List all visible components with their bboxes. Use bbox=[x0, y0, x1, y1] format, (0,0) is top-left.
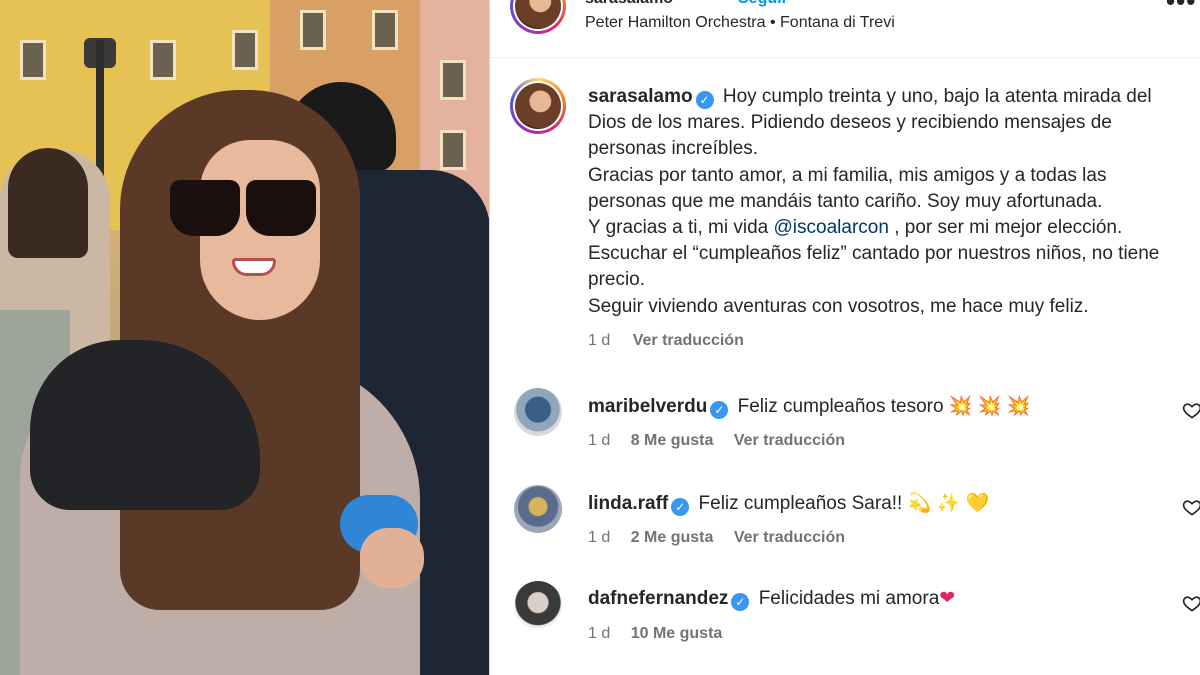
comment-body: Felicidades mi amora bbox=[758, 588, 940, 609]
comment-emoji: 💥 💥 💥 bbox=[948, 396, 1031, 417]
comment-text: linda.raff ✓ Feliz cumpleaños Sara!! 💫 ✨ … bbox=[588, 491, 989, 516]
hand bbox=[360, 528, 424, 588]
window bbox=[440, 130, 466, 170]
window bbox=[150, 40, 176, 80]
mention-link[interactable]: @iscoalarcon bbox=[774, 217, 889, 238]
comment-text: maribelverdu ✓ Feliz cumpleaños tesoro 💥 … bbox=[588, 394, 1030, 419]
author-avatar[interactable] bbox=[510, 0, 566, 34]
comment-time[interactable]: 1 d bbox=[588, 625, 610, 642]
caption-avatar[interactable] bbox=[510, 78, 566, 134]
caption-line-4: Escuchar el “cumpleaños feliz” cantado p… bbox=[588, 243, 1160, 291]
comment-meta: 1 d 10 Me gusta bbox=[588, 625, 738, 643]
comment-likes[interactable]: 8 Me gusta bbox=[631, 432, 714, 449]
comment-meta: 1 d 2 Me gusta Ver traducción bbox=[588, 529, 861, 547]
comment-body: Feliz cumpleaños tesoro bbox=[737, 396, 944, 417]
comment-username[interactable]: linda.raff bbox=[588, 493, 668, 514]
verified-badge-icon: ✓ bbox=[731, 593, 750, 611]
comment-username[interactable]: maribelverdu bbox=[588, 396, 707, 417]
verified-badge-icon: ✓ bbox=[710, 401, 729, 419]
comment-item: maribelverdu ✓ Feliz cumpleaños tesoro 💥 … bbox=[490, 388, 1200, 478]
background-woman-hair bbox=[8, 148, 88, 258]
author-username[interactable]: sarasalamo bbox=[585, 0, 673, 8]
like-heart-icon[interactable] bbox=[1182, 400, 1200, 420]
more-options-icon[interactable]: ••• bbox=[1166, 0, 1196, 17]
comment-time[interactable]: 1 d bbox=[588, 529, 610, 546]
sunglasses bbox=[170, 180, 318, 240]
caption-meta: 1 d Ver traducción bbox=[588, 332, 762, 350]
comment-text: dafnefernandez ✓ Felicidades mi amora❤ bbox=[588, 587, 955, 611]
verified-badge-icon: ✓ bbox=[695, 91, 714, 109]
comments-panel: sarasalamo • Seguir Peter Hamilton Orche… bbox=[489, 0, 1200, 675]
comment-item: linda.raff ✓ Feliz cumpleaños Sara!! 💫 ✨ … bbox=[490, 485, 1200, 575]
caption-line-3b: , por ser mi mejor elección. bbox=[888, 217, 1123, 239]
window bbox=[300, 10, 326, 50]
window bbox=[20, 40, 46, 80]
caption-line-5: Seguir viviendo aventuras con vosotros, … bbox=[588, 295, 1089, 317]
audio-link[interactable]: Peter Hamilton Orchestra bbox=[585, 14, 766, 31]
comment-avatar[interactable] bbox=[514, 581, 562, 629]
comment-avatar[interactable] bbox=[514, 388, 562, 436]
like-heart-icon[interactable] bbox=[1182, 497, 1200, 517]
window bbox=[372, 10, 398, 50]
comment-emoji: ❤ bbox=[939, 588, 956, 609]
post-header: sarasalamo • Seguir Peter Hamilton Orche… bbox=[490, 0, 1200, 58]
follow-button[interactable]: Seguir bbox=[738, 0, 788, 8]
caption-line-2: Gracias por tanto amor, a mi familia, mi… bbox=[588, 164, 1107, 212]
comment-emoji: 💫 ✨ 💛 bbox=[907, 493, 990, 514]
comment-likes[interactable]: 2 Me gusta bbox=[631, 529, 714, 546]
comment-time[interactable]: 1 d bbox=[588, 432, 610, 449]
window bbox=[232, 30, 258, 70]
comment-avatar[interactable] bbox=[514, 485, 562, 533]
comment-username[interactable]: dafnefernandez bbox=[588, 588, 728, 609]
window bbox=[440, 60, 466, 100]
subtitle-separator: • bbox=[769, 14, 776, 31]
verified-badge-icon: ✓ bbox=[671, 498, 690, 516]
header-separator: • bbox=[722, 0, 728, 8]
caption-username[interactable]: sarasalamo bbox=[588, 86, 693, 107]
caption-time[interactable]: 1 d bbox=[588, 332, 610, 349]
comment-item: dafnefernandez ✓ Felicidades mi amora❤ 1 … bbox=[490, 581, 1200, 671]
comment-translate-link[interactable]: Ver traducción bbox=[734, 529, 845, 546]
smile bbox=[232, 258, 276, 276]
post-subtitle: Peter Hamilton Orchestra • Fontana di Tr… bbox=[585, 14, 895, 32]
caption-translate-link[interactable]: Ver traducción bbox=[633, 332, 744, 349]
location-link[interactable]: Fontana di Trevi bbox=[780, 14, 895, 31]
caption-line-3a: Y gracias a ti, mi vida bbox=[588, 217, 774, 239]
comment-meta: 1 d 8 Me gusta Ver traducción bbox=[588, 432, 861, 450]
comment-likes[interactable]: 10 Me gusta bbox=[631, 625, 723, 642]
caption-text: sarasalamo ✓ Hoy cumplo treinta y uno, ba… bbox=[588, 84, 1168, 320]
post-photo[interactable] bbox=[0, 0, 489, 675]
comment-body: Feliz cumpleaños Sara!! bbox=[698, 493, 903, 514]
like-heart-icon[interactable] bbox=[1182, 593, 1200, 613]
comment-translate-link[interactable]: Ver traducción bbox=[734, 432, 845, 449]
